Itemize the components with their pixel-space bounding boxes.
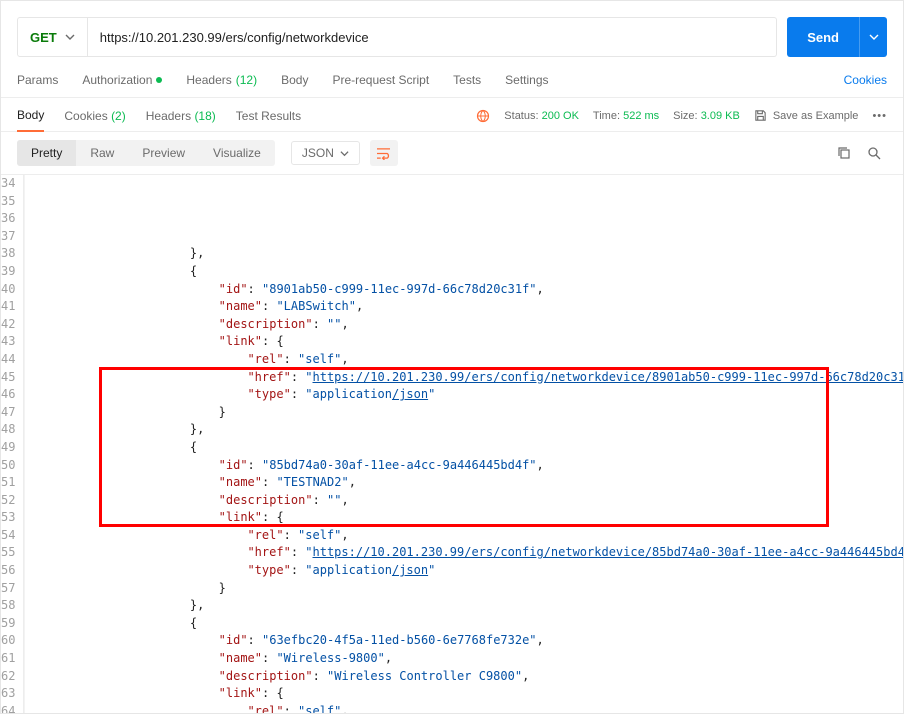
view-pretty[interactable]: Pretty xyxy=(17,140,76,166)
cookies-link[interactable]: Cookies xyxy=(844,73,887,97)
view-preview[interactable]: Preview xyxy=(128,140,199,166)
resp-tab-body[interactable]: Body xyxy=(17,108,44,132)
tab-tests[interactable]: Tests xyxy=(453,73,481,97)
more-icon[interactable]: ••• xyxy=(872,110,887,122)
tab-authorization[interactable]: Authorization xyxy=(82,73,162,97)
view-raw[interactable]: Raw xyxy=(76,140,128,166)
wrap-lines-button[interactable] xyxy=(370,140,398,166)
http-method-label: GET xyxy=(30,30,57,45)
save-icon xyxy=(754,109,767,122)
tab-settings[interactable]: Settings xyxy=(505,73,548,97)
chevron-down-icon xyxy=(340,149,349,158)
chevron-down-icon xyxy=(65,32,75,42)
response-body[interactable]: 3435363738394041424344454647484950515253… xyxy=(1,175,903,713)
resp-tab-headers[interactable]: Headers (18) xyxy=(146,109,216,131)
resp-tab-cookies[interactable]: Cookies (2) xyxy=(64,109,125,131)
code-content[interactable]: },{"id": "8901ab50-c999-11ec-997d-66c78d… xyxy=(25,175,903,713)
copy-icon[interactable] xyxy=(831,140,857,166)
save-as-example-button[interactable]: Save as Example xyxy=(754,109,859,122)
format-select[interactable]: JSON xyxy=(291,141,360,165)
time-label: Time: 522 ms xyxy=(593,110,659,122)
resp-tab-testresults[interactable]: Test Results xyxy=(236,109,301,131)
globe-icon[interactable] xyxy=(476,109,490,123)
dot-icon xyxy=(156,77,162,83)
search-icon[interactable] xyxy=(861,140,887,166)
send-button[interactable]: Send xyxy=(787,17,887,57)
http-method-select[interactable]: GET xyxy=(17,17,88,57)
line-gutter: 3435363738394041424344454647484950515253… xyxy=(1,175,24,713)
send-dropdown-icon[interactable] xyxy=(859,17,887,57)
tab-params[interactable]: Params xyxy=(17,73,58,97)
tab-headers[interactable]: Headers (12) xyxy=(186,73,257,97)
send-button-label: Send xyxy=(787,30,859,45)
tab-body[interactable]: Body xyxy=(281,73,308,97)
view-mode-group: Pretty Raw Preview Visualize xyxy=(17,140,275,166)
url-input[interactable] xyxy=(88,17,777,57)
size-label: Size: 3.09 KB xyxy=(673,110,740,122)
tab-prerequest[interactable]: Pre-request Script xyxy=(332,73,429,97)
view-visualize[interactable]: Visualize xyxy=(199,140,275,166)
status-label: Status: 200 OK xyxy=(504,110,579,122)
